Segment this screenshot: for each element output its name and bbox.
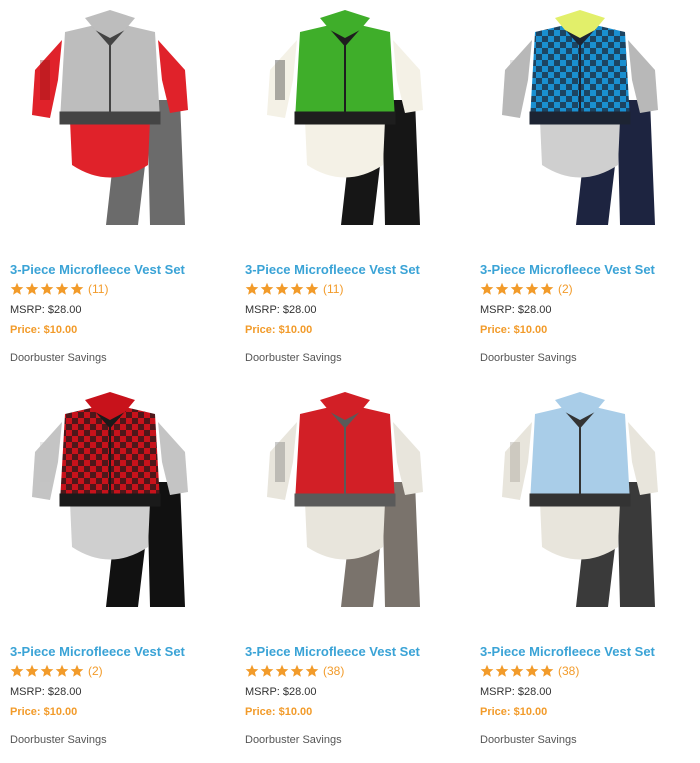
product-image[interactable] [235, 382, 463, 632]
review-count[interactable]: (38) [558, 664, 579, 678]
star-icon [480, 664, 494, 677]
star-icon [70, 282, 84, 295]
product-card-2: 3-Piece Microfleece Vest Set (11) MSRP: … [235, 0, 463, 380]
star-icon [290, 664, 304, 677]
msrp-price: MSRP: $28.00 [480, 304, 552, 316]
star-rating [10, 282, 85, 296]
promo-label: Doorbuster Savings [245, 352, 342, 364]
review-count[interactable]: (2) [558, 282, 573, 296]
star-icon [305, 282, 319, 295]
star-icon [275, 282, 289, 295]
star-icon [40, 282, 54, 295]
review-count[interactable]: (11) [323, 282, 343, 296]
star-icon [540, 282, 554, 295]
star-icon [510, 664, 524, 677]
star-icon [260, 282, 274, 295]
product-card-1: 3-Piece Microfleece Vest Set (11) MSRP: … [0, 0, 228, 380]
product-title-link[interactable]: 3-Piece Microfleece Vest Set [10, 644, 185, 659]
product-card-5: 3-Piece Microfleece Vest Set (38) MSRP: … [235, 382, 463, 762]
sale-price: Price: $10.00 [10, 324, 78, 336]
product-title-link[interactable]: 3-Piece Microfleece Vest Set [245, 262, 420, 277]
product-title-link[interactable]: 3-Piece Microfleece Vest Set [480, 262, 655, 277]
msrp-price: MSRP: $28.00 [245, 686, 317, 698]
promo-label: Doorbuster Savings [480, 352, 577, 364]
star-icon [275, 664, 289, 677]
promo-label: Doorbuster Savings [10, 352, 107, 364]
star-rating [480, 282, 555, 296]
star-icon [55, 664, 69, 677]
promo-label: Doorbuster Savings [245, 734, 342, 746]
star-icon [495, 664, 509, 677]
product-image[interactable] [0, 382, 228, 632]
product-image[interactable] [235, 0, 463, 250]
star-icon [495, 282, 509, 295]
product-title-link[interactable]: 3-Piece Microfleece Vest Set [10, 262, 185, 277]
sale-price: Price: $10.00 [10, 706, 78, 718]
product-title-link[interactable]: 3-Piece Microfleece Vest Set [245, 644, 420, 659]
star-rating [245, 282, 320, 296]
sale-price: Price: $10.00 [480, 324, 548, 336]
promo-label: Doorbuster Savings [480, 734, 577, 746]
product-card-6: 3-Piece Microfleece Vest Set (38) MSRP: … [470, 382, 698, 762]
star-icon [25, 282, 39, 295]
star-icon [480, 282, 494, 295]
rating[interactable]: (38) [480, 663, 579, 679]
star-icon [245, 664, 259, 677]
product-image[interactable] [0, 0, 228, 250]
product-card-4: 3-Piece Microfleece Vest Set (2) MSRP: $… [0, 382, 228, 762]
star-icon [245, 282, 259, 295]
star-icon [525, 664, 539, 677]
star-icon [10, 282, 24, 295]
msrp-price: MSRP: $28.00 [10, 686, 82, 698]
product-card-3: 3-Piece Microfleece Vest Set (2) MSRP: $… [470, 0, 698, 380]
promo-label: Doorbuster Savings [10, 734, 107, 746]
product-image[interactable] [470, 382, 698, 632]
sale-price: Price: $10.00 [245, 324, 313, 336]
star-icon [525, 282, 539, 295]
star-icon [10, 664, 24, 677]
star-icon [290, 282, 304, 295]
review-count[interactable]: (11) [88, 282, 108, 296]
star-icon [70, 664, 84, 677]
rating[interactable]: (38) [245, 663, 344, 679]
star-icon [25, 664, 39, 677]
star-rating [480, 664, 555, 678]
rating[interactable]: (2) [480, 281, 573, 297]
rating[interactable]: (11) [10, 281, 108, 297]
rating[interactable]: (2) [10, 663, 103, 679]
star-icon [40, 664, 54, 677]
msrp-price: MSRP: $28.00 [10, 304, 82, 316]
msrp-price: MSRP: $28.00 [480, 686, 552, 698]
sale-price: Price: $10.00 [245, 706, 313, 718]
review-count[interactable]: (2) [88, 664, 103, 678]
star-icon [305, 664, 319, 677]
product-title-link[interactable]: 3-Piece Microfleece Vest Set [480, 644, 655, 659]
star-icon [510, 282, 524, 295]
product-image[interactable] [470, 0, 698, 250]
star-icon [260, 664, 274, 677]
sale-price: Price: $10.00 [480, 706, 548, 718]
star-rating [245, 664, 320, 678]
star-icon [55, 282, 69, 295]
star-rating [10, 664, 85, 678]
rating[interactable]: (11) [245, 281, 343, 297]
star-icon [540, 664, 554, 677]
msrp-price: MSRP: $28.00 [245, 304, 317, 316]
review-count[interactable]: (38) [323, 664, 344, 678]
